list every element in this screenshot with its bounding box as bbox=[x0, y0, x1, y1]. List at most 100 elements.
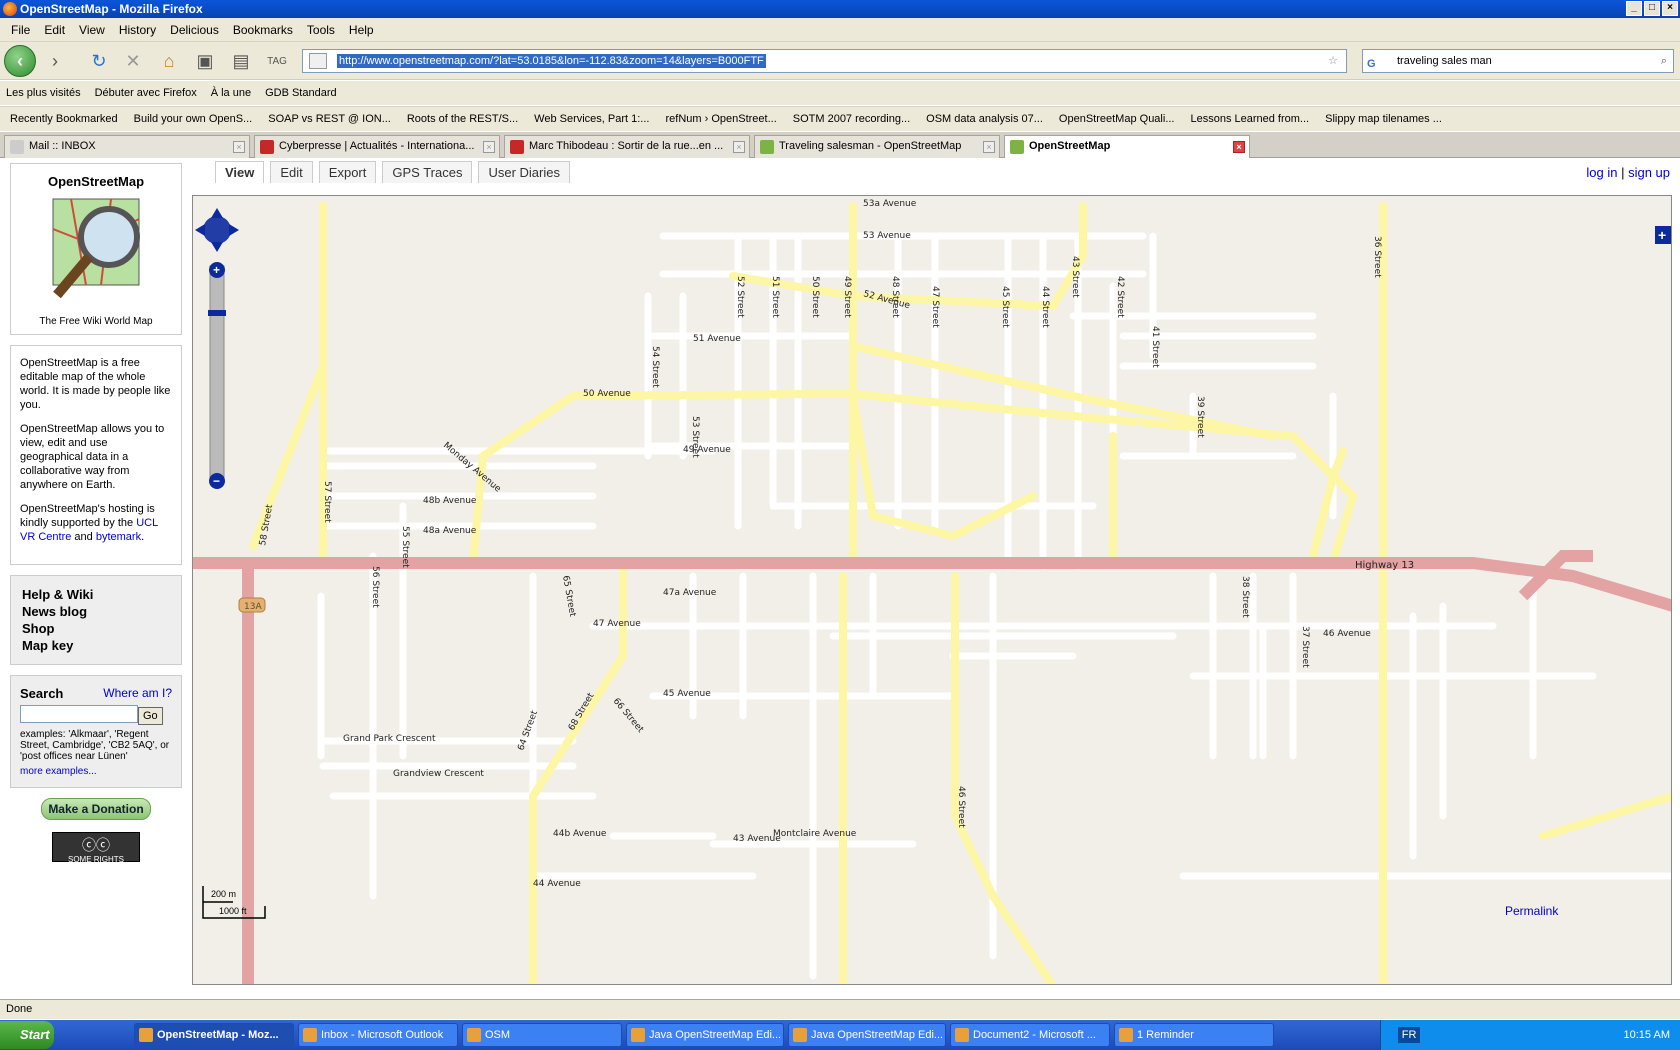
bookmark-item[interactable]: OpenStreetMap Quali... bbox=[1059, 113, 1175, 125]
close-tab-icon[interactable]: × bbox=[733, 141, 745, 153]
bookmark-item[interactable]: OSM data analysis 07... bbox=[926, 113, 1043, 125]
star-icon[interactable]: ☆ bbox=[1328, 50, 1338, 72]
shop-link[interactable]: Shop bbox=[22, 620, 170, 637]
search-bar[interactable]: G traveling sales man ⌕ bbox=[1362, 49, 1674, 73]
forward-button[interactable]: › bbox=[40, 46, 70, 76]
bookmark-item[interactable]: SOTM 2007 recording... bbox=[793, 113, 910, 125]
bookmark-item[interactable]: SOAP vs REST @ ION... bbox=[268, 113, 391, 125]
menu-history[interactable]: History bbox=[119, 23, 156, 37]
tab-export[interactable]: Export bbox=[318, 161, 377, 183]
menu-tools[interactable]: Tools bbox=[307, 23, 335, 37]
street-label: 46 Avenue bbox=[1323, 629, 1371, 639]
main-road bbox=[249, 202, 327, 550]
tab-marc-thibodeau[interactable]: Marc Thibodeau : Sortir de la rue...en .… bbox=[504, 135, 750, 158]
toolbar-extension-icon[interactable]: ▣ bbox=[190, 46, 220, 76]
stop-button[interactable]: ✕ bbox=[118, 46, 148, 76]
news-blog-link[interactable]: News blog bbox=[22, 603, 170, 620]
street-label: 57 Street bbox=[322, 481, 332, 523]
close-tab-icon[interactable]: × bbox=[483, 141, 495, 153]
tag-icon[interactable]: TAG bbox=[262, 46, 292, 76]
bookmark-item[interactable]: GDB Standard bbox=[265, 87, 337, 99]
delicious-toolbar: Recently Bookmarked Build your own OpenS… bbox=[0, 106, 1680, 131]
bookmark-item[interactable]: À la une bbox=[211, 87, 251, 99]
taskbar-item[interactable]: Java OpenStreetMap Edi... bbox=[626, 1023, 784, 1047]
where-am-i-link[interactable]: Where am I? bbox=[103, 686, 172, 701]
url-bar[interactable]: http://www.openstreetmap.com/?lat=53.018… bbox=[302, 49, 1347, 73]
street-label: 42 Street bbox=[1115, 276, 1125, 318]
go-button[interactable]: Go bbox=[138, 706, 163, 725]
pan-control[interactable] bbox=[195, 208, 239, 252]
permalink-link[interactable]: Permalink bbox=[1505, 904, 1559, 918]
bookmark-item[interactable]: Recently Bookmarked bbox=[10, 113, 118, 125]
start-button[interactable]: Start bbox=[0, 1021, 54, 1049]
close-tab-icon[interactable]: × bbox=[983, 141, 995, 153]
taskbar-item[interactable]: Inbox - Microsoft Outlook bbox=[298, 1023, 458, 1047]
bytemark-link[interactable]: bytemark bbox=[96, 531, 141, 543]
tab-openstreetmap[interactable]: OpenStreetMap × bbox=[1004, 135, 1250, 158]
login-link[interactable]: log in bbox=[1586, 165, 1617, 180]
back-button[interactable]: ‹ bbox=[4, 45, 36, 77]
search-input[interactable] bbox=[20, 705, 138, 723]
street-label: 58 Street bbox=[258, 503, 275, 546]
street-label: 45 Avenue bbox=[663, 689, 711, 699]
taskbar-item[interactable]: Document2 - Microsoft ... bbox=[950, 1023, 1110, 1047]
osm-logo-icon[interactable] bbox=[41, 189, 151, 309]
layer-switcher-icon[interactable]: + bbox=[1655, 226, 1672, 244]
menu-edit[interactable]: Edit bbox=[44, 23, 65, 37]
map-canvas[interactable]: 53 Avenue 53a Avenue 52 Avenue 51 Avenue 50 … bbox=[193, 196, 1672, 985]
maximize-button[interactable]: □ bbox=[1644, 1, 1660, 16]
zoom-slider[interactable]: + − bbox=[208, 262, 226, 489]
street-label: 45 Street bbox=[1000, 286, 1010, 328]
word-icon bbox=[955, 1028, 969, 1042]
tab-user-diaries[interactable]: User Diaries bbox=[478, 161, 570, 183]
home-button[interactable]: ⌂ bbox=[154, 46, 184, 76]
street-label: 64 Street bbox=[516, 709, 540, 752]
bookmark-item[interactable]: Build your own OpenS... bbox=[134, 113, 253, 125]
minimize-button[interactable]: _ bbox=[1626, 1, 1642, 16]
taskbar-item[interactable]: OSM bbox=[462, 1023, 622, 1047]
taskbar-item[interactable]: 1 Reminder bbox=[1114, 1023, 1274, 1047]
map-view[interactable]: 53 Avenue 53a Avenue 52 Avenue 51 Avenue 50 … bbox=[192, 195, 1672, 985]
map-key-link[interactable]: Map key bbox=[22, 637, 170, 654]
menu-delicious[interactable]: Delicious bbox=[170, 23, 219, 37]
bookmark-item[interactable]: Lessons Learned from... bbox=[1190, 113, 1309, 125]
street-label: 66 Street bbox=[611, 697, 646, 736]
tab-edit[interactable]: Edit bbox=[270, 161, 313, 183]
bookmark-item[interactable]: Web Services, Part 1:... bbox=[534, 113, 649, 125]
bookmark-item[interactable]: Slippy map tilenames ... bbox=[1325, 113, 1442, 125]
more-examples-link[interactable]: more examples... bbox=[20, 766, 172, 777]
street-label: 41 Street bbox=[1150, 326, 1160, 368]
bookmark-item[interactable]: Les plus visités bbox=[6, 87, 81, 99]
taskbar-item[interactable]: OpenStreetMap - Moz... bbox=[134, 1023, 294, 1047]
language-indicator[interactable]: FR bbox=[1397, 1027, 1421, 1043]
cc-badge[interactable]: ⓒⓒ SOME RIGHTS RESERVED bbox=[52, 831, 140, 873]
menu-view[interactable]: View bbox=[79, 23, 105, 37]
main-road bbox=[1539, 792, 1671, 840]
outlook-icon bbox=[303, 1028, 317, 1042]
search-box: Search Where am I? Go examples: 'Alkmaar'… bbox=[10, 675, 182, 788]
tab-gps-traces[interactable]: GPS Traces bbox=[382, 161, 473, 183]
menu-help[interactable]: Help bbox=[349, 23, 374, 37]
tab-mail[interactable]: Mail :: INBOX × bbox=[4, 135, 250, 158]
reload-button[interactable]: ↻ bbox=[84, 46, 114, 76]
help-wiki-link[interactable]: Help & Wiki bbox=[22, 586, 170, 603]
bookmark-sidebar-icon[interactable]: ▤ bbox=[226, 46, 256, 76]
street-label: 52 Avenue bbox=[862, 289, 911, 311]
signup-link[interactable]: sign up bbox=[1628, 165, 1670, 180]
menu-file[interactable]: File bbox=[11, 23, 30, 37]
tab-traveling-salesman[interactable]: Traveling salesman - OpenStreetMap × bbox=[754, 135, 1000, 158]
tab-cyberpresse[interactable]: Cyberpresse | Actualités - Internationa.… bbox=[254, 135, 500, 158]
close-tab-icon[interactable]: × bbox=[1233, 141, 1245, 153]
taskbar-item[interactable]: Java OpenStreetMap Edi... bbox=[788, 1023, 946, 1047]
cyberpresse-icon bbox=[260, 140, 274, 154]
close-window-button[interactable]: × bbox=[1662, 1, 1678, 16]
bookmark-item[interactable]: Débuter avec Firefox bbox=[95, 87, 197, 99]
tab-view[interactable]: View bbox=[215, 161, 265, 183]
close-tab-icon[interactable]: × bbox=[233, 141, 245, 153]
bookmark-item[interactable]: refNum › OpenStreet... bbox=[665, 113, 776, 125]
donate-button[interactable]: Make a Donation bbox=[41, 797, 151, 820]
menu-bookmarks[interactable]: Bookmarks bbox=[233, 23, 293, 37]
svg-text:Highway 13: Highway 13 bbox=[1355, 560, 1414, 571]
bookmark-item[interactable]: Roots of the REST/S... bbox=[407, 113, 518, 125]
search-icon[interactable]: ⌕ bbox=[1661, 50, 1667, 72]
